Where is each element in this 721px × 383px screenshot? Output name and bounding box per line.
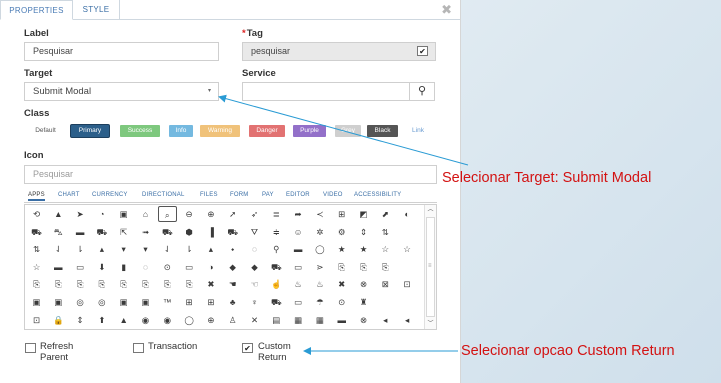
target-callout-text: Selecionar Target: Submit Modal <box>442 170 652 186</box>
target-callout-arrow <box>218 94 469 166</box>
custom-return-callout-text: Selecionar opcao Custom Return <box>461 343 675 359</box>
annotation-arrows <box>218 94 469 355</box>
